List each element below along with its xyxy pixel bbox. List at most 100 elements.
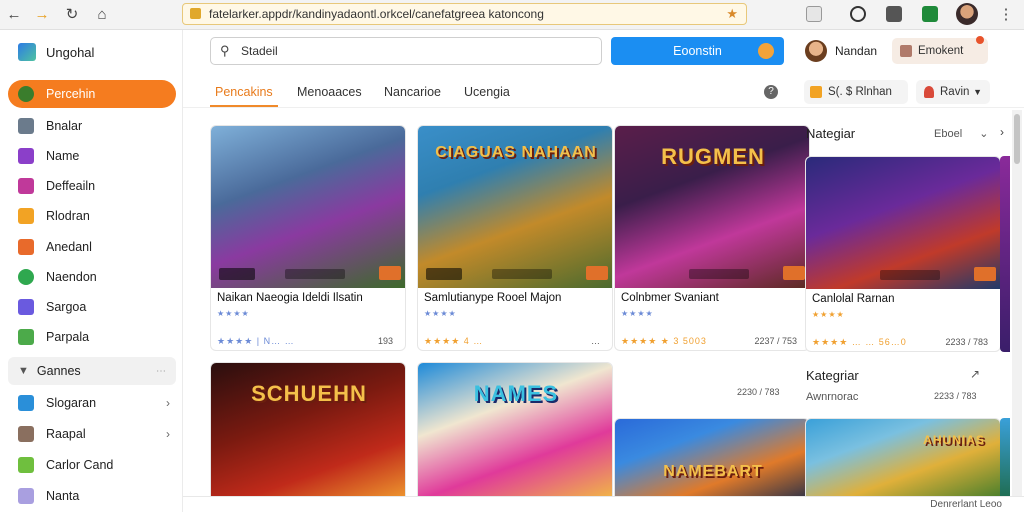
- back-icon[interactable]: ←: [4, 5, 24, 25]
- tab-nancarioe[interactable]: Nancarioe: [384, 85, 441, 99]
- game-cover-image: SCHUEHN: [211, 363, 405, 501]
- game-cover-image: NAMEBART: [615, 419, 809, 501]
- price-badge: [783, 266, 805, 280]
- sidebar-item-name[interactable]: Name: [8, 143, 176, 169]
- game-card[interactable]: SCHUEHN: [210, 362, 406, 502]
- sidebar-item-slogaran[interactable]: Slogaran ›: [8, 390, 176, 416]
- game-card[interactable]: AHUNIAS: [805, 418, 1001, 502]
- sidebar-section-games[interactable]: ▼ Gannes ⋯: [8, 357, 176, 385]
- menu-icon[interactable]: ⋮: [996, 5, 1016, 25]
- sidebar-item-deffeailn[interactable]: Deffeailn: [8, 173, 176, 199]
- search-input[interactable]: ⚲ Stadeil: [210, 37, 602, 65]
- rating-stars: ★★★★: [621, 309, 654, 318]
- filter-pill-one[interactable]: S(. $ Rlnhan: [804, 80, 908, 104]
- game-card[interactable]: Canlolal Rarnan ★★★★ ★★★★ … … 56…0 2233 …: [805, 156, 1001, 352]
- sidebar-item-label: Deffeailn: [46, 179, 96, 193]
- sidebar-item-label: Name: [46, 149, 80, 163]
- game-cover-image: AHUNIAS: [806, 419, 1000, 501]
- cover-title: CIAGUAS NAHAAN: [435, 144, 597, 161]
- tab-ucengia[interactable]: Ucengia: [464, 85, 510, 99]
- meta-right: …: [591, 336, 600, 346]
- brand-logo-icon: [18, 43, 36, 61]
- camera-icon[interactable]: [886, 6, 902, 22]
- game-card[interactable]: CIAGUAS NAHAAN Samlutianype Rooel Majon …: [417, 125, 613, 351]
- meta-left: ★★★★ … … 56…0: [812, 337, 907, 347]
- game-card[interactable]: NAMEBART: [614, 418, 810, 502]
- publisher-tag: [426, 268, 462, 280]
- meta-right: 193: [377, 336, 393, 346]
- clock-icon[interactable]: [850, 6, 866, 22]
- tabs-divider: [183, 107, 1024, 108]
- game-card[interactable]: Naikan Naeogia Ideldi Ilsatin ★★★★ ★★★★ …: [210, 125, 406, 351]
- folder-icon: [18, 208, 34, 224]
- cover-title: NAMES: [473, 381, 559, 406]
- meta-left: ★★★★ ★ 3 5003: [621, 336, 707, 346]
- sidebar-item-nanta[interactable]: Nanta: [8, 483, 176, 509]
- scrollbar[interactable]: [1012, 110, 1022, 512]
- help-icon[interactable]: ?: [764, 85, 778, 99]
- grid-icon: [18, 118, 34, 134]
- chevron-down-icon: ⌄: [979, 128, 989, 140]
- arrow-right-icon[interactable]: ↗: [970, 367, 980, 381]
- bookmark-star-icon[interactable]: ★: [726, 4, 738, 24]
- user-chip[interactable]: Nandan: [805, 38, 877, 64]
- sidebar-item-rlodran[interactable]: Rlodran: [8, 203, 176, 229]
- game-cover-image: NAMES: [418, 363, 612, 501]
- section-subtitle: Awnrnorac: [806, 391, 859, 403]
- meta-right: 2237 / 753: [754, 336, 797, 346]
- tab-menoaaces[interactable]: Menoaaces: [297, 85, 362, 99]
- platform-icons: [880, 270, 940, 280]
- next-card-peek[interactable]: [1000, 156, 1010, 352]
- tab-pencakins[interactable]: Pencakins: [215, 85, 273, 99]
- game-cover-image: RUGMEN: [615, 126, 809, 288]
- game-card[interactable]: RUGMEN Colnbmer Svaniant ★★★★ ★★★★ ★ 3 5…: [614, 125, 810, 351]
- platform-icons: [689, 269, 749, 279]
- status-bar: Denrerlant Leoo: [183, 496, 1024, 512]
- card-meta: ★★★★ ★ 3 5003 2237 / 753: [621, 336, 807, 347]
- brand-name: Ungohal: [46, 44, 95, 60]
- account-button[interactable]: Emokent: [892, 36, 988, 64]
- sidebar-item-anedanl[interactable]: Anedanl: [8, 234, 176, 260]
- address-bar[interactable]: fatelarker.appdr/kandinyadaontl.orkcel/c…: [182, 3, 747, 25]
- chevron-right-icon: ›: [166, 396, 170, 410]
- more-icon[interactable]: ⋯: [156, 366, 166, 377]
- sidebar-item-percehin[interactable]: Percehin: [8, 80, 176, 108]
- profile-avatar-icon[interactable]: [956, 3, 978, 25]
- filter-pill-two[interactable]: Ravin ▼: [916, 80, 990, 104]
- scrollbar-thumb[interactable]: [1014, 114, 1020, 164]
- reload-icon[interactable]: ↻: [62, 5, 82, 25]
- note-icon: [18, 488, 34, 504]
- panel-sort[interactable]: Eboel ⌄: [934, 127, 988, 140]
- sidebar-item-label: Bnalar: [46, 119, 83, 133]
- game-card[interactable]: NAMES: [417, 362, 613, 502]
- cover-title: AHUNIAS: [923, 433, 985, 447]
- search-icon: ⚲: [220, 43, 230, 58]
- next-card-peek[interactable]: [1000, 418, 1010, 502]
- chat-bubble-icon: [758, 43, 774, 59]
- sidebar-item-bnalar[interactable]: Bnalar: [8, 113, 176, 139]
- forward-icon[interactable]: →: [32, 5, 52, 25]
- meta-left: ★★★★ | N… …: [217, 336, 295, 346]
- user-name: Nandan: [835, 44, 878, 58]
- sidebar-item-parpala[interactable]: Parpala: [8, 324, 176, 350]
- brand[interactable]: Ungohal: [18, 42, 94, 62]
- chevron-right-icon: ›: [166, 427, 170, 441]
- puzzle-icon[interactable]: [806, 6, 822, 22]
- chat-icon: [18, 395, 34, 411]
- account-icon: [900, 45, 912, 57]
- price-badge: [586, 266, 608, 280]
- chevron-down-icon: ▼: [973, 87, 982, 97]
- sheet-icon[interactable]: [922, 6, 938, 22]
- sidebar-item-carlor-cand[interactable]: Carlor Cand: [8, 452, 176, 478]
- home-icon[interactable]: ⌂: [92, 5, 112, 25]
- section-meta: 2233 / 783: [934, 391, 977, 401]
- primary-action-button[interactable]: Eoonstin: [611, 37, 784, 65]
- card-meta: ★★★★ 4 … …: [424, 336, 610, 347]
- game-cover-image: [211, 126, 405, 288]
- sidebar-item-raapal[interactable]: Raapal ›: [8, 421, 176, 447]
- platform-icons: [285, 269, 345, 279]
- sidebar-item-sargoa[interactable]: Sargoa: [8, 294, 176, 320]
- chevron-right-icon[interactable]: ›: [1000, 125, 1004, 139]
- sidebar-item-label: Rlodran: [46, 209, 90, 223]
- sidebar-item-naendon[interactable]: Naendon: [8, 264, 176, 290]
